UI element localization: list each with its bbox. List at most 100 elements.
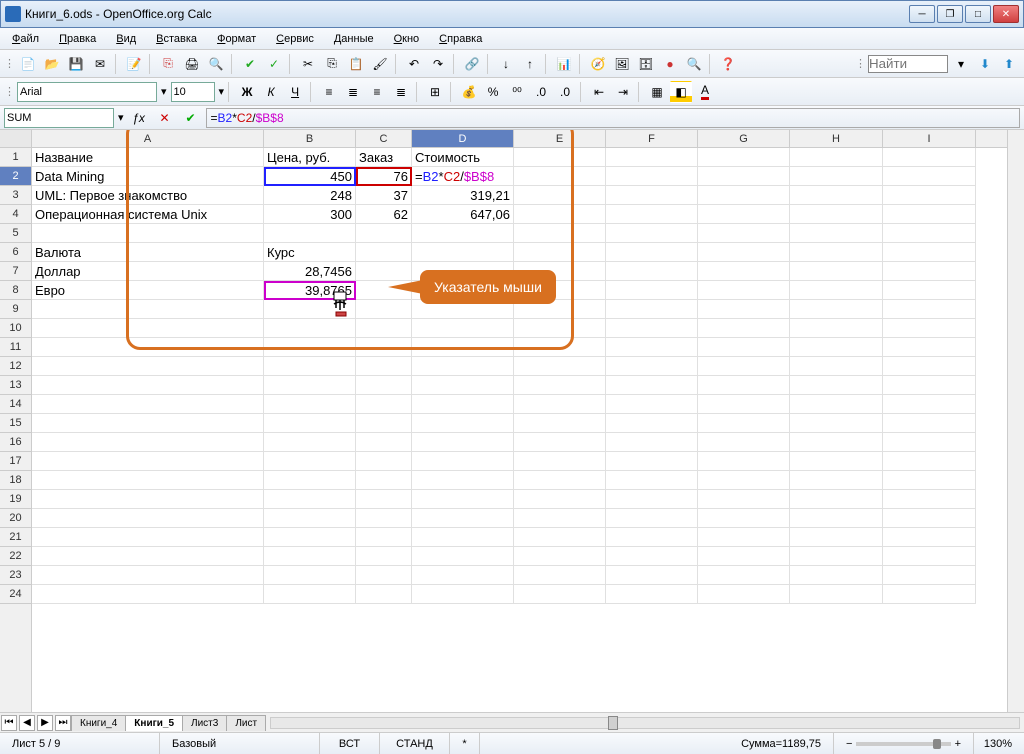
namebox-dropdown-icon[interactable]: ▾ <box>118 111 124 124</box>
cell[interactable] <box>514 186 606 205</box>
select-all-corner[interactable] <box>0 130 31 148</box>
open-icon[interactable]: 📂 <box>41 53 63 75</box>
close-button[interactable]: ✕ <box>993 5 1019 23</box>
row-header[interactable]: 5 <box>0 224 31 243</box>
row-header[interactable]: 23 <box>0 566 31 585</box>
col-header[interactable]: D <box>412 130 514 147</box>
col-header[interactable]: G <box>698 130 790 147</box>
row-header[interactable]: 8 <box>0 281 31 300</box>
dec-dec-icon[interactable]: .0 <box>554 81 576 103</box>
grid[interactable]: Название Цена, руб. Заказ Стоимость Data… <box>32 148 1007 604</box>
cell[interactable]: 450 <box>264 167 356 186</box>
cell[interactable]: 37 <box>356 186 412 205</box>
cell[interactable]: UML: Первое знакомство <box>32 186 264 205</box>
status-sum[interactable]: Сумма=1189,75 <box>480 733 834 754</box>
menu-format[interactable]: Формат <box>209 31 264 47</box>
zoom-out-icon[interactable]: − <box>846 738 852 750</box>
font-name-input[interactable] <box>17 82 157 102</box>
menu-edit[interactable]: Правка <box>51 31 104 47</box>
col-header[interactable]: B <box>264 130 356 147</box>
cell[interactable] <box>514 205 606 224</box>
cell[interactable]: Операционная система Unix <box>32 205 264 224</box>
cut-icon[interactable]: ✂ <box>297 53 319 75</box>
cell[interactable] <box>514 148 606 167</box>
align-left-icon[interactable]: ≡ <box>318 81 340 103</box>
row-header[interactable]: 15 <box>0 414 31 433</box>
edit-icon[interactable]: 📝 <box>123 53 145 75</box>
col-header[interactable]: I <box>883 130 976 147</box>
row-header[interactable]: 19 <box>0 490 31 509</box>
cell[interactable] <box>790 186 883 205</box>
row-header[interactable]: 13 <box>0 376 31 395</box>
cell[interactable] <box>606 205 698 224</box>
sort-asc-icon[interactable]: ↓ <box>495 53 517 75</box>
find-dropdown-icon[interactable]: ▾ <box>950 53 972 75</box>
zoom-value[interactable]: 130% <box>974 733 1024 754</box>
row-header[interactable]: 9 <box>0 300 31 319</box>
cell[interactable] <box>790 148 883 167</box>
cell-d2-editing[interactable]: =B2*C2/$B$8 <box>412 167 514 186</box>
row-header[interactable]: 18 <box>0 471 31 490</box>
cell[interactable]: Название <box>32 148 264 167</box>
name-box[interactable] <box>4 108 114 128</box>
sheet-tab[interactable]: Книги_5 <box>125 715 183 731</box>
sheet-tab[interactable]: Книги_4 <box>71 715 126 731</box>
underline-icon[interactable]: Ч <box>284 81 306 103</box>
gallery-icon[interactable]: 🖼 <box>611 53 633 75</box>
row-header[interactable]: 7 <box>0 262 31 281</box>
menu-window[interactable]: Окно <box>386 31 428 47</box>
row-header[interactable]: 1 <box>0 148 31 167</box>
vertical-scrollbar[interactable] <box>1007 130 1024 712</box>
col-header[interactable]: F <box>606 130 698 147</box>
cell[interactable] <box>790 205 883 224</box>
pdf-icon[interactable]: ⎘ <box>157 53 179 75</box>
sheet-tab[interactable]: Лист3 <box>182 715 227 731</box>
col-header[interactable]: H <box>790 130 883 147</box>
navigator-icon[interactable]: 🧭 <box>587 53 609 75</box>
merge-icon[interactable]: ⊞ <box>424 81 446 103</box>
cell[interactable]: Валюта <box>32 243 264 262</box>
paste-icon[interactable]: 📋 <box>345 53 367 75</box>
col-header[interactable]: E <box>514 130 606 147</box>
align-right-icon[interactable]: ≡ <box>366 81 388 103</box>
indent-dec-icon[interactable]: ⇤ <box>588 81 610 103</box>
col-header[interactable]: A <box>32 130 264 147</box>
row-header[interactable]: 17 <box>0 452 31 471</box>
cancel-icon[interactable]: ✕ <box>154 107 176 129</box>
fx-icon[interactable]: ƒx <box>128 107 150 129</box>
redo-icon[interactable]: ↷ <box>427 53 449 75</box>
row-header[interactable]: 14 <box>0 395 31 414</box>
cell[interactable]: Заказ <box>356 148 412 167</box>
undo-icon[interactable]: ↶ <box>403 53 425 75</box>
cell[interactable]: 319,21 <box>412 186 514 205</box>
cell[interactable] <box>883 148 976 167</box>
cell[interactable] <box>790 167 883 186</box>
cell[interactable] <box>606 186 698 205</box>
cell[interactable] <box>883 186 976 205</box>
autospell-icon[interactable]: ✓ <box>263 53 285 75</box>
italic-icon[interactable]: К <box>260 81 282 103</box>
row-header[interactable]: 2 <box>0 167 31 186</box>
row-header[interactable]: 24 <box>0 585 31 604</box>
row-header[interactable]: 3 <box>0 186 31 205</box>
row-header[interactable]: 20 <box>0 509 31 528</box>
number-icon[interactable]: ⁰⁰ <box>506 81 528 103</box>
cell[interactable] <box>514 167 606 186</box>
align-justify-icon[interactable]: ≣ <box>390 81 412 103</box>
zoom-in-icon[interactable]: + <box>955 738 961 750</box>
row-header[interactable]: 10 <box>0 319 31 338</box>
tab-last-icon[interactable]: ⏭ <box>55 715 71 731</box>
accept-icon[interactable]: ✔ <box>180 107 202 129</box>
cell[interactable]: Курс <box>264 243 356 262</box>
fontcolor-icon[interactable]: A <box>694 81 716 103</box>
cell[interactable]: 248 <box>264 186 356 205</box>
save-icon[interactable]: 💾 <box>65 53 87 75</box>
font-size-input[interactable] <box>171 82 215 102</box>
row-header[interactable]: 6 <box>0 243 31 262</box>
status-selection-mode[interactable]: СТАНД <box>380 733 450 754</box>
menu-tools[interactable]: Сервис <box>268 31 322 47</box>
status-insert-mode[interactable]: ВСТ <box>320 733 380 754</box>
row-header[interactable]: 11 <box>0 338 31 357</box>
tab-next-icon[interactable]: ▶ <box>37 715 53 731</box>
preview-icon[interactable]: 🔍 <box>205 53 227 75</box>
